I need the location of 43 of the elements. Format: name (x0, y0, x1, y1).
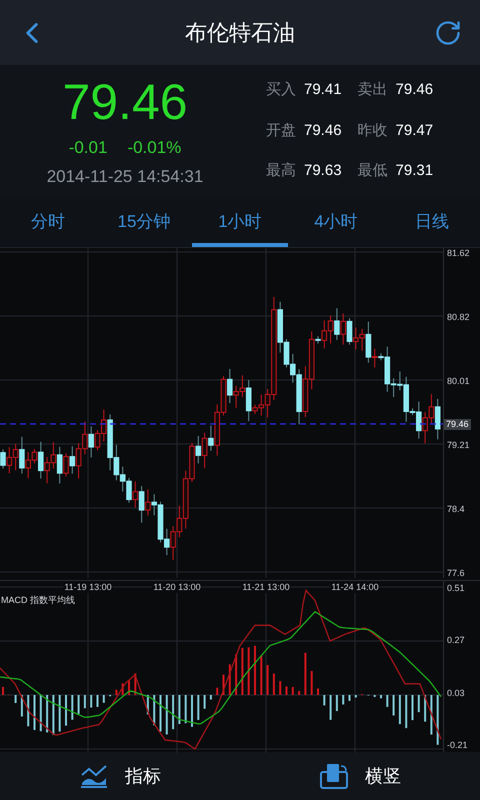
change-percent: -0.01% (127, 136, 182, 158)
stat-value: 79.46 (396, 80, 434, 100)
time-label: 11-19 13:00 (63, 582, 113, 592)
current-price-tag: 79.46 (444, 419, 471, 430)
stat-label: 卖出 (358, 80, 388, 100)
price-tick: 77.6 (447, 568, 466, 578)
refresh-icon (434, 18, 462, 46)
page-title: 布伦特石油 (185, 19, 295, 47)
time-label: 11-24 14:00 (330, 582, 380, 592)
price-change: -0.01 (68, 136, 108, 158)
stat-value: 79.31 (396, 161, 434, 182)
current-price: 79.46 (62, 72, 188, 130)
price-tick: 81.62 (447, 248, 471, 258)
stat-label: 开盘 (266, 120, 296, 141)
period-tab[interactable]: 15分钟 (96, 197, 192, 247)
macd-tick: 0.27 (447, 635, 466, 646)
toolbar-button[interactable]: 指标 (0, 752, 240, 800)
macd-tick: 0.03 (447, 688, 466, 698)
macd-title: MACD 指数平均线 (1, 595, 75, 605)
time-label: 11-20 13:00 (152, 582, 202, 592)
stat-value: 79.41 (304, 80, 342, 100)
price-tick: 78.4 (447, 504, 466, 514)
period-tab[interactable]: 分时 (0, 197, 96, 247)
period-tab[interactable]: 4小时 (288, 197, 384, 247)
toolbar-button[interactable]: 横竖 (240, 752, 480, 800)
time-label: 11-21 13:00 (241, 582, 291, 592)
stat-value: 79.46 (304, 120, 342, 141)
period-tab[interactable]: 日线 (384, 197, 480, 247)
price-tick: 79.21 (447, 440, 471, 450)
price-tick: 80.01 (447, 376, 471, 386)
stat-label: 昨收 (358, 120, 388, 141)
stat-label: 买入 (266, 80, 296, 100)
line-chart-icon (79, 763, 109, 789)
macd-tick: 0.51 (447, 583, 466, 593)
stat-value: 79.63 (304, 161, 342, 182)
stat-value: 79.47 (396, 120, 434, 141)
stat-label: 最低 (358, 161, 388, 182)
price-tick: 80.82 (447, 312, 471, 322)
period-tab[interactable]: 1小时 (192, 197, 288, 247)
macd-tick: -0.21 (447, 740, 469, 750)
quote-time: 2014-11-25 14:54:31 (46, 166, 204, 188)
rotate-screen-icon (319, 762, 349, 790)
stat-label: 最高 (266, 161, 296, 182)
